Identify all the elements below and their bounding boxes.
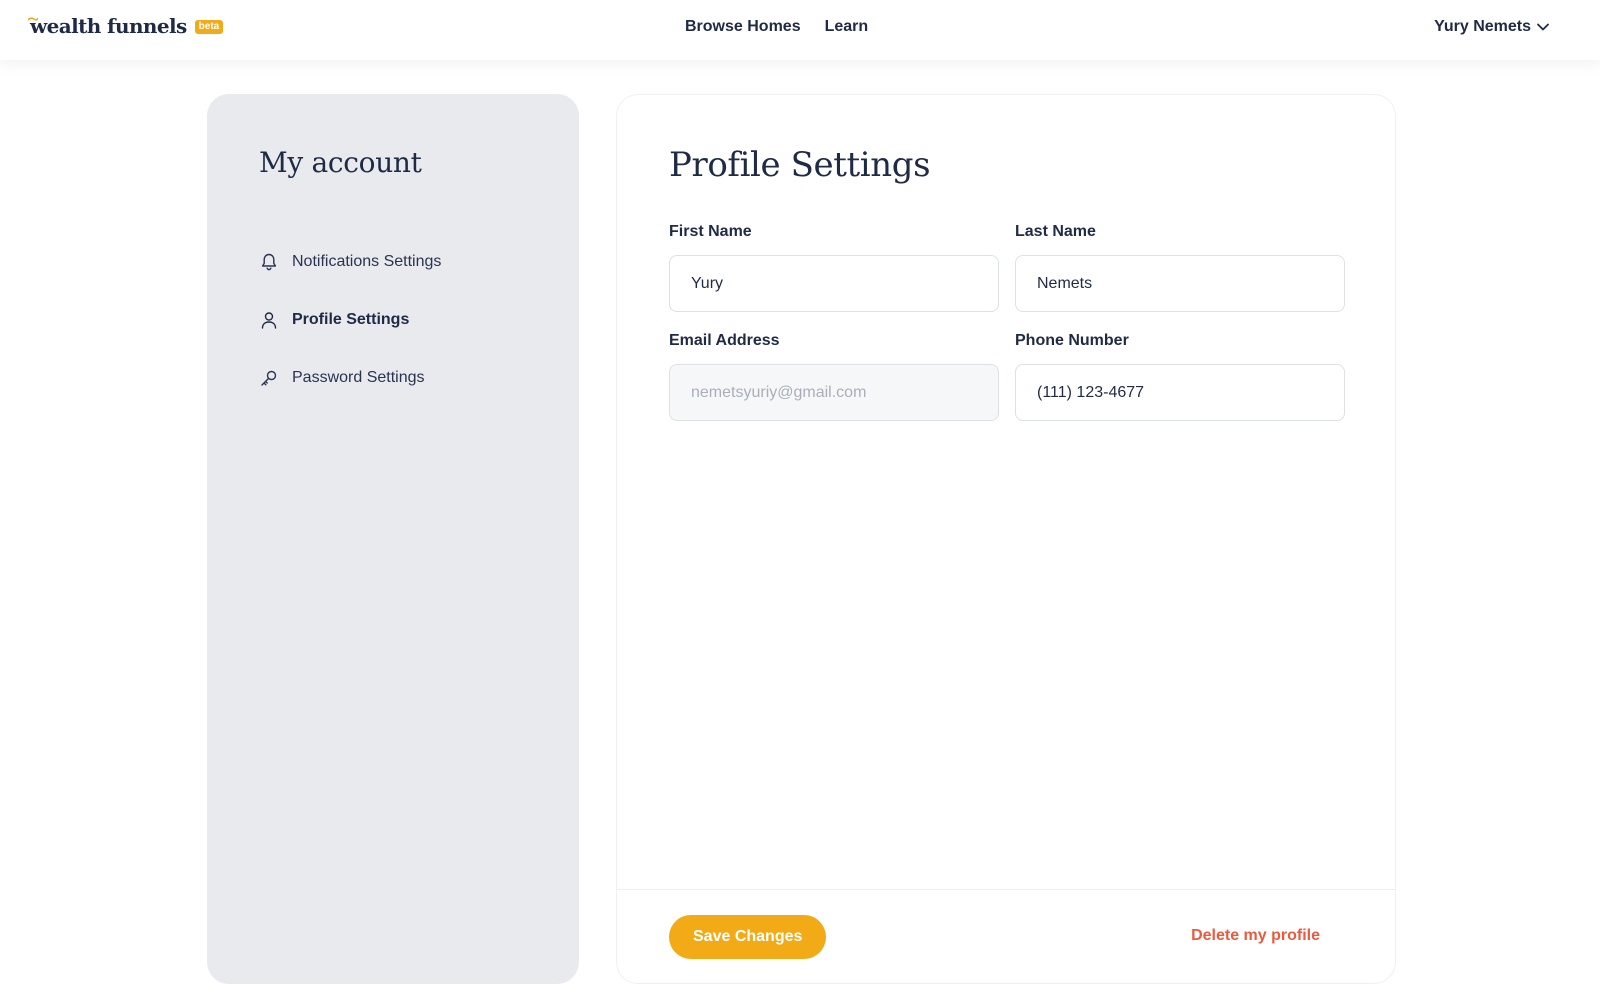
first-name-field[interactable] — [669, 255, 999, 312]
email-label: Email Address — [669, 332, 780, 349]
sidebar-item-notifications[interactable]: Notifications Settings — [259, 252, 441, 272]
profile-settings-card: Profile Settings First Name Last Name Em… — [616, 94, 1396, 984]
phone-field[interactable] — [1015, 364, 1345, 421]
sidebar-item-label: Profile Settings — [292, 311, 410, 328]
bell-icon — [261, 253, 277, 271]
last-name-field[interactable] — [1015, 255, 1345, 312]
sidebar-item-label: Notifications Settings — [292, 253, 442, 270]
top-navbar: wealth funnels beta Browse Homes Learn Y… — [0, 0, 1600, 60]
first-name-label: First Name — [669, 223, 752, 240]
card-footer: Save Changes Delete my profile — [617, 889, 1395, 983]
delete-profile-link[interactable]: Delete my profile — [1191, 927, 1320, 945]
key-icon — [261, 370, 277, 386]
sidebar-item-label: Password Settings — [292, 369, 425, 386]
logo[interactable]: wealth funnels beta — [28, 14, 224, 38]
email-field — [669, 364, 999, 421]
nav-learn[interactable]: Learn — [825, 18, 869, 36]
last-name-label: Last Name — [1015, 223, 1096, 240]
save-button[interactable]: Save Changes — [669, 915, 827, 959]
page-title: Profile Settings — [669, 145, 931, 185]
user-icon — [261, 312, 277, 329]
nav-browse-homes[interactable]: Browse Homes — [685, 18, 801, 36]
beta-badge: beta — [194, 20, 224, 34]
account-sidebar: My account Notifications Settings Profil… — [207, 94, 579, 984]
main-nav: Browse Homes Learn — [685, 18, 868, 36]
phone-label: Phone Number — [1015, 332, 1129, 349]
logo-text: wealth funnels — [30, 14, 187, 38]
user-name: Yury Nemets — [1434, 18, 1531, 35]
sidebar-item-password[interactable]: Password Settings — [259, 368, 425, 388]
chevron-down-icon — [1537, 23, 1549, 31]
sidebar-title: My account — [259, 146, 422, 179]
user-menu[interactable]: Yury Nemets — [1434, 18, 1550, 36]
sidebar-item-profile[interactable]: Profile Settings — [259, 310, 409, 330]
